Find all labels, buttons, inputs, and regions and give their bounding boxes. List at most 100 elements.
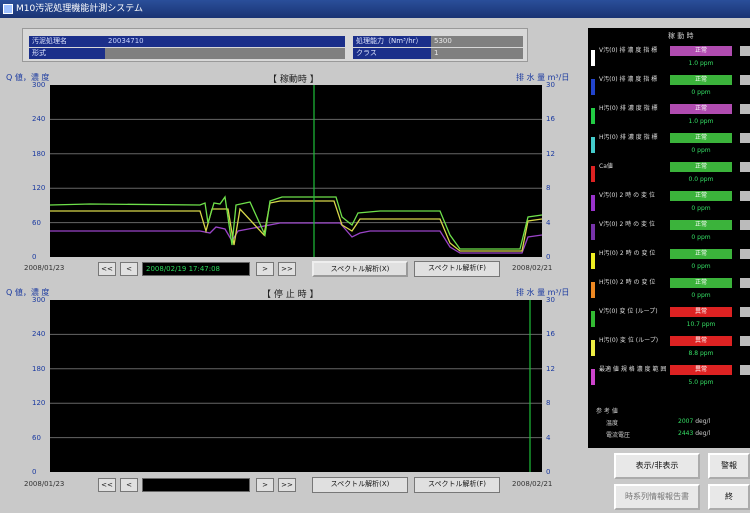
chart2-cursor-time xyxy=(142,478,250,492)
sidebar-row: V汚(0) 排 濃 度 指 標 正常 1.0 ppm xyxy=(588,44,750,72)
series-label: Ca値 xyxy=(599,163,613,170)
alarm-button[interactable]: 警報 xyxy=(708,453,750,479)
series-label: H汚(0) 2 時 の 変 位 xyxy=(599,279,656,286)
ref-value-temp-unit: deg/l xyxy=(695,418,711,425)
series-reading: 0 ppm xyxy=(691,234,711,241)
y-tick-left: 120 xyxy=(32,399,46,408)
chart1-spectrum-x-button[interactable]: スペクトル解析(X) xyxy=(312,261,408,277)
report-button[interactable]: 時系列情報報告書 xyxy=(614,484,700,510)
series-reading: 1.0 ppm xyxy=(688,60,714,67)
info-value-name: 20034710 xyxy=(105,36,345,47)
info-value-capacity: 5300 xyxy=(431,36,523,47)
status-sidebar: 稼 動 時 V汚(0) 排 濃 度 指 標正常 1.0 ppm V汚(0) 排 濃 … xyxy=(588,28,750,448)
ref-label-temp: 温度 xyxy=(606,420,619,427)
series-label: V汚(0) 2 時 の 変 位 xyxy=(599,221,655,228)
row-edge-button[interactable] xyxy=(740,75,750,85)
sidebar-row: V汚(0) 2 時 の 変 位 正常 0 ppm xyxy=(588,218,750,246)
series-status: 正常 xyxy=(670,191,732,201)
window-title: M10汚泥処理機能計測システム xyxy=(16,4,143,14)
series-reading: 8.8 ppm xyxy=(688,350,714,357)
sidebar-row: H汚(0) 排 濃 度 指 標 正常 0 ppm xyxy=(588,131,750,159)
series-label: H汚(0) 排 濃 度 指 標 xyxy=(599,105,658,112)
chart2-next-button[interactable]: > xyxy=(256,478,274,492)
series-color-swatch xyxy=(591,340,595,356)
series-label: V汚(0) 排 濃 度 指 標 xyxy=(599,76,658,83)
series-color-swatch xyxy=(591,79,595,95)
chart2-first-button[interactable]: << xyxy=(98,478,116,492)
row-edge-button[interactable] xyxy=(740,336,750,346)
series-label: H汚(0) 2 時 の 変 位 xyxy=(599,250,656,257)
series-color-swatch xyxy=(591,311,595,327)
y-tick-left: 300 xyxy=(32,81,46,89)
y-tick-right: 0 xyxy=(546,468,551,476)
chart2-spectrum-x-button[interactable]: スペクトル解析(X) xyxy=(312,477,408,493)
row-edge-button[interactable] xyxy=(740,307,750,317)
chart2-last-button[interactable]: >> xyxy=(278,478,296,492)
series-color-swatch xyxy=(591,166,595,182)
series-status: 異常 xyxy=(670,307,732,317)
info-label-class: クラス xyxy=(353,48,431,59)
row-edge-button[interactable] xyxy=(740,249,750,259)
y-tick-right: 16 xyxy=(546,330,555,339)
series-color-swatch xyxy=(591,369,595,385)
y-tick-right: 0 xyxy=(546,253,551,261)
sidebar-title: 稼 動 時 xyxy=(668,32,694,40)
series-status: 正常 xyxy=(670,75,732,85)
row-edge-button[interactable] xyxy=(740,278,750,288)
y-tick-left: 0 xyxy=(32,253,37,261)
row-edge-button[interactable] xyxy=(740,104,750,114)
row-edge-button[interactable] xyxy=(740,365,750,375)
exit-button[interactable]: 終 xyxy=(708,484,750,510)
chart2-prev-button[interactable]: < xyxy=(120,478,138,492)
info-label-capacity: 処理能力（Nm³/hr） xyxy=(353,36,431,47)
chart1-last-button[interactable]: >> xyxy=(278,262,296,276)
row-edge-button[interactable] xyxy=(740,191,750,201)
series-status: 正常 xyxy=(670,220,732,230)
y-tick-left: 120 xyxy=(32,184,46,193)
ref-value-temp-number: 2007 xyxy=(678,418,694,425)
ref-title: 参 考 値 xyxy=(596,408,618,415)
series-line-yellow xyxy=(50,200,543,252)
series-reading: 0 ppm xyxy=(691,89,711,96)
sidebar-row: V汚(0) 排 濃 度 指 標 正常 0 ppm xyxy=(588,73,750,101)
series-label: V汚(0) 2 時 の 変 位 xyxy=(599,192,655,199)
chart1-ylabel-right: 排 水 量 m³/日 xyxy=(516,73,570,82)
series-reading: 1.0 ppm xyxy=(688,118,714,125)
series-label: H汚(0) 変 位 (ループ) xyxy=(599,337,659,344)
y-tick-left: 180 xyxy=(32,149,46,158)
series-color-swatch xyxy=(591,50,595,66)
series-reading: 0 ppm xyxy=(691,263,711,270)
series-reading: 0 ppm xyxy=(691,147,711,154)
series-label: 最適 値 規 格 濃 度 範 囲 xyxy=(599,366,667,373)
chart1-spectrum-f-button[interactable]: スペクトル解析(F) xyxy=(414,261,500,277)
sidebar-row: H汚(0) 2 時 の 変 位 正常 0 ppm xyxy=(588,247,750,275)
series-color-swatch xyxy=(591,137,595,153)
y-tick-right: 16 xyxy=(546,115,555,124)
series-color-swatch xyxy=(591,224,595,240)
chart1-plot[interactable] xyxy=(49,85,543,257)
row-edge-button[interactable] xyxy=(740,220,750,230)
show-hide-button[interactable]: 表示/非表示 xyxy=(614,453,700,479)
series-color-swatch xyxy=(591,282,595,298)
row-edge-button[interactable] xyxy=(740,46,750,56)
chart1-prev-button[interactable]: < xyxy=(120,262,138,276)
title-bar: M10汚泥処理機能計測システム xyxy=(0,0,750,18)
chart1-first-button[interactable]: << xyxy=(98,262,116,276)
sidebar-row: V汚(0) 変 位 (ループ) 異常 10.7 ppm xyxy=(588,305,750,333)
sidebar-row: H汚(0) 2 時 の 変 位 正常 0 ppm xyxy=(588,276,750,304)
y-tick-right: 4 xyxy=(546,433,551,442)
chart2-title: 【 停 止 時 】 xyxy=(262,290,319,300)
y-tick-left: 60 xyxy=(32,433,41,442)
chart2-spectrum-f-button[interactable]: スペクトル解析(F) xyxy=(414,477,500,493)
y-tick-right: 8 xyxy=(546,184,551,193)
chart2-plot[interactable] xyxy=(50,300,542,472)
row-edge-button[interactable] xyxy=(740,133,750,143)
series-color-swatch xyxy=(591,195,595,211)
series-status: 正常 xyxy=(670,133,732,143)
app-icon xyxy=(3,4,13,14)
series-status: 正常 xyxy=(670,46,732,56)
sidebar-row: H汚(0) 変 位 (ループ) 異常 8.8 ppm xyxy=(588,334,750,362)
chart1-next-button[interactable]: > xyxy=(256,262,274,276)
row-edge-button[interactable] xyxy=(740,162,750,172)
ref-value-current: 2443 deg/l xyxy=(678,430,710,437)
